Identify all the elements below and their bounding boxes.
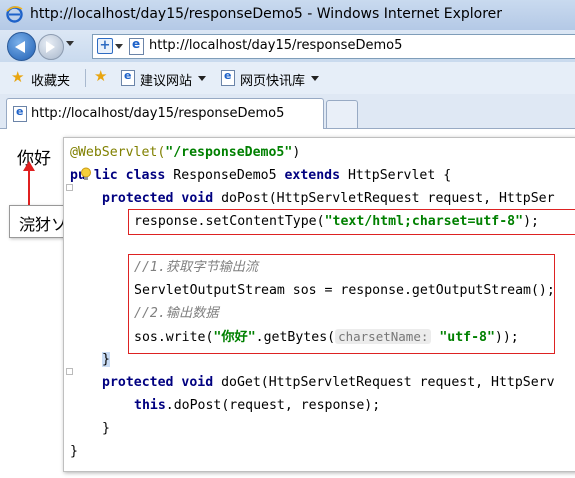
forward-arrow-icon bbox=[46, 41, 55, 53]
lightbulb-icon[interactable] bbox=[80, 167, 92, 181]
code-line: //2.输出数据 bbox=[134, 306, 219, 321]
red-arrow-annotation bbox=[23, 161, 35, 208]
favorites-item-suggested-sites[interactable]: 建议网站 bbox=[140, 70, 192, 89]
code-line: protected void doPost(HttpServletRequest… bbox=[102, 191, 555, 206]
code-line: } bbox=[102, 352, 110, 367]
favorites-item-web-slice-gallery[interactable]: 网页快讯库 bbox=[240, 70, 305, 89]
chevron-down-icon[interactable] bbox=[311, 76, 319, 81]
forward-button[interactable] bbox=[38, 34, 64, 60]
code-line: //1.获取字节输出流 bbox=[134, 260, 259, 275]
page-content: 你好 浣犲ソ @WebServlet("/responseDemo5") pu l… bbox=[0, 129, 575, 478]
code-line: ServletOutputStream sos = response.getOu… bbox=[134, 283, 555, 298]
code-line: sos.write("你好".getBytes(charsetName: "ut… bbox=[134, 329, 519, 345]
fold-marker-icon[interactable] bbox=[66, 368, 73, 375]
chevron-down-icon[interactable] bbox=[115, 44, 123, 49]
parameter-hint: charsetName: bbox=[335, 329, 432, 344]
code-line: } bbox=[102, 421, 110, 436]
code-line: @WebServlet("/responseDemo5") bbox=[70, 145, 301, 160]
window-title-bar: http://localhost/day15/responseDemo5 - W… bbox=[0, 0, 575, 30]
navigation-bar: + http://localhost/day15/responseDemo5 bbox=[0, 30, 575, 62]
favorites-star-icon[interactable]: ★ bbox=[11, 69, 24, 85]
internet-explorer-icon bbox=[6, 6, 23, 23]
add-site-icon[interactable]: + bbox=[97, 38, 113, 54]
favorites-bar: ★ 收藏夹 ★ 建议网站 网页快讯库 bbox=[0, 62, 575, 95]
toolbar-separator bbox=[85, 69, 86, 87]
code-line: response.setContentType("text/html;chars… bbox=[134, 214, 539, 229]
code-line: this.doPost(request, response); bbox=[134, 398, 381, 413]
code-line: pu lic class ResponseDemo5 extends HttpSe… bbox=[70, 168, 452, 183]
page-icon bbox=[221, 69, 235, 86]
page-icon bbox=[121, 69, 135, 86]
code-line: protected void doGet(HttpServletRequest … bbox=[102, 375, 555, 390]
add-favorite-icon[interactable]: ★ bbox=[94, 68, 107, 84]
code-editor[interactable]: @WebServlet("/responseDemo5") pu lic clas… bbox=[63, 137, 575, 472]
tab-response-demo5[interactable]: http://localhost/day15/responseDemo5 bbox=[6, 98, 324, 129]
chevron-down-icon[interactable] bbox=[198, 76, 206, 81]
window-title: http://localhost/day15/responseDemo5 - W… bbox=[30, 6, 503, 22]
new-tab-button[interactable] bbox=[326, 100, 358, 128]
back-button[interactable] bbox=[7, 32, 36, 61]
address-bar[interactable]: + http://localhost/day15/responseDemo5 bbox=[92, 34, 575, 59]
fold-marker-icon[interactable] bbox=[66, 184, 73, 191]
favorites-button[interactable]: 收藏夹 bbox=[31, 70, 70, 89]
address-url-input[interactable]: http://localhost/day15/responseDemo5 bbox=[149, 38, 402, 53]
code-line: } bbox=[70, 444, 78, 459]
page-icon bbox=[129, 37, 144, 55]
tab-title: http://localhost/day15/responseDemo5 bbox=[31, 106, 285, 121]
garbled-output-text: 浣犲ソ bbox=[19, 215, 68, 234]
back-arrow-icon bbox=[15, 41, 25, 53]
history-dropdown-icon[interactable] bbox=[66, 41, 74, 46]
page-icon bbox=[13, 105, 27, 122]
tab-bar: http://localhost/day15/responseDemo5 bbox=[0, 94, 575, 129]
